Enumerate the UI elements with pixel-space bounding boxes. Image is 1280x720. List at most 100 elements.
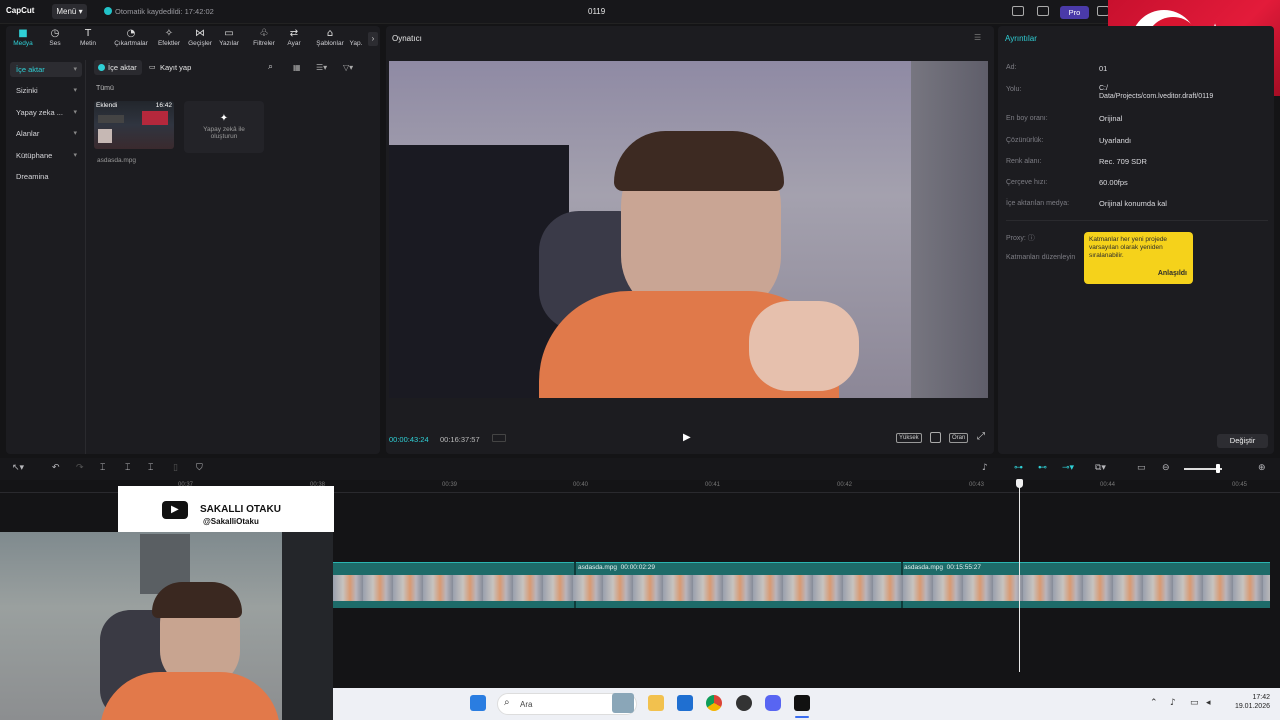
tooltip-text: Katmanlar her yeni projede varsayılan ol… — [1089, 236, 1168, 259]
split-icon[interactable]: ⌶ — [100, 463, 105, 474]
screenshot-icon[interactable] — [930, 432, 941, 443]
tab-adjust[interactable]: ⇄ Ayar — [281, 26, 307, 50]
capcut-icon[interactable] — [794, 695, 810, 711]
tab-media[interactable]: ■ Medya — [8, 26, 38, 50]
tab-audio[interactable]: ◷ Ses — [40, 26, 70, 50]
search-highlight-icon[interactable] — [612, 693, 634, 713]
thumb-graphic — [98, 129, 112, 143]
sidebar-item-yours[interactable]: Sizinki ▾ — [10, 83, 82, 98]
tab-filters[interactable]: ♧ Filtreler — [247, 26, 281, 50]
windows-start-icon[interactable] — [470, 695, 486, 711]
filter-all-label[interactable]: Tümü — [96, 85, 114, 92]
detail-label-path: Yolu: — [1006, 86, 1022, 93]
video-hands — [749, 301, 859, 391]
tray-chevron-icon[interactable]: ⌃ — [1150, 698, 1158, 708]
ratio-button[interactable]: Oran — [949, 433, 969, 443]
playhead[interactable] — [1019, 479, 1020, 672]
tab-stickers[interactable]: ◔ Çıkartmalar — [110, 26, 152, 50]
timecode-toggle-icon[interactable] — [492, 434, 506, 442]
grid-view-icon[interactable]: ▦ — [293, 63, 301, 72]
playhead-handle[interactable] — [1016, 479, 1023, 488]
split-right-icon[interactable]: ⌶ — [148, 463, 153, 474]
quality-button[interactable]: Yüksek — [896, 433, 922, 443]
play-button[interactable]: ▶ — [683, 432, 693, 444]
detail-value-imported: Orijinal konumda kal — [1099, 199, 1167, 208]
detail-value-colorspace: Rec. 709 SDR — [1099, 157, 1147, 166]
magnet-link-icon[interactable]: ⊶ — [1014, 463, 1023, 474]
import-label: İçe aktar — [108, 63, 137, 72]
proxy-label: Proxy: ⓘ — [1006, 233, 1035, 243]
preview-axis-icon[interactable]: ⧉▾ — [1095, 463, 1106, 474]
filter-icon[interactable]: ▽▾ — [343, 63, 353, 72]
chevron-down-icon: ▾ — [73, 87, 77, 94]
zoom-in-icon[interactable]: ⊕ — [1258, 463, 1266, 474]
sort-icon[interactable]: ☰▾ — [316, 63, 327, 72]
media-thumbnail[interactable]: Eklendi 16:42 — [94, 101, 174, 149]
clip-label: asdasda.mpg 00:15:55:27 — [904, 564, 981, 571]
linkage-icon[interactable]: ⊸▾ — [1062, 463, 1074, 474]
ai-create-label: Yapay zekâ ile oluşturun — [203, 126, 245, 140]
captions-icon: ▭ — [224, 28, 234, 39]
pro-button[interactable]: Pro — [1060, 6, 1089, 19]
tab-ai[interactable]: Yap. — [347, 26, 365, 50]
tab-captions[interactable]: ▭ Yazılar — [214, 26, 244, 50]
auto-snap-icon[interactable]: ⊷ — [1038, 463, 1047, 474]
video-preview[interactable] — [389, 61, 988, 398]
microphone-icon[interactable]: ♪ — [982, 463, 988, 474]
sidebar-item-import[interactable]: İçe aktar ▾ — [10, 62, 82, 77]
tab-text[interactable]: T Metin — [73, 26, 103, 50]
shortcut-icon[interactable] — [1037, 6, 1049, 16]
time-tick: 00:43 — [969, 482, 985, 488]
import-button[interactable]: İçe aktar — [94, 60, 142, 75]
split-left-icon[interactable]: ⌶ — [125, 463, 130, 474]
sidebar-item-ai[interactable]: Yapay zeka ... ▾ — [10, 105, 82, 120]
audio-icon: ◷ — [50, 28, 60, 39]
tab-label: Yazılar — [219, 40, 239, 47]
player-menu-icon[interactable]: ☰ — [974, 33, 981, 42]
record-button[interactable]: ▭ Kayıt yap — [148, 60, 198, 75]
clip-duration: 00:00:02:29 — [620, 564, 655, 571]
delete-icon[interactable]: ▯ — [173, 463, 178, 474]
search-icon[interactable]: ⌕ — [268, 62, 273, 72]
ai-create-card[interactable]: ✦ Yapay zekâ ile oluşturun — [184, 101, 264, 153]
file-explorer-icon[interactable] — [648, 695, 664, 711]
scroll-right-icon[interactable]: › — [368, 32, 378, 46]
sidebar-item-spaces[interactable]: Alanlar ▾ — [10, 126, 82, 141]
chrome-icon[interactable] — [706, 695, 722, 711]
detail-value-path: C:/ Data/Projects/com.lveditor.draft/011… — [1099, 85, 1214, 100]
tool-tabs: ■ Medya ◷ Ses T Metin ◔ Çıkartmalar ✧ Efektle… — [6, 26, 380, 50]
zoom-out-icon[interactable]: ⊖ — [1162, 463, 1170, 474]
menu-button[interactable]: Menü ▾ — [52, 4, 87, 19]
detail-label-framerate: Çerçeve hızı: — [1006, 179, 1048, 186]
fullscreen-icon[interactable]: ⤢ — [977, 431, 985, 442]
time-tick: 00:39 — [442, 482, 458, 488]
select-tool-icon[interactable]: ↖▾ — [12, 463, 24, 474]
caption-track-icon[interactable]: ▭ — [1137, 463, 1146, 474]
detail-value-framerate: 60.00fps — [1099, 178, 1128, 187]
taskbar-clock[interactable]: 17:42 19.01.2026 — [1235, 693, 1270, 711]
media-side-nav: İçe aktar ▾ Sizinki ▾ Yapay zeka ... ▾ Alan… — [6, 60, 86, 454]
redo-icon[interactable]: ↷ — [76, 463, 84, 474]
zoom-slider-handle[interactable] — [1216, 464, 1220, 473]
sidebar-item-label: İçe aktar — [16, 65, 45, 74]
sidebar-item-dreamina[interactable]: Dreamina — [10, 169, 82, 184]
clock-time: 17:42 — [1252, 694, 1270, 701]
app-logo: CapCut — [6, 6, 35, 15]
marker-icon[interactable]: ⛉ — [196, 463, 203, 474]
webcam-overlay — [0, 532, 333, 720]
undo-icon[interactable]: ↶ — [52, 463, 60, 474]
tab-templates[interactable]: ⌂ Şablonlar — [311, 26, 349, 50]
change-button[interactable]: Değiştir — [1217, 434, 1268, 448]
tooltip-ok-button[interactable]: Anlaşıldı — [1158, 270, 1187, 278]
sidebar-item-library[interactable]: Kütüphane ▾ — [10, 148, 82, 163]
play-triangle-icon: ▶ — [171, 504, 179, 515]
obs-icon[interactable] — [736, 695, 752, 711]
mic-tray-icon[interactable]: ♪ — [1170, 698, 1176, 708]
layout-icon[interactable] — [1012, 6, 1024, 16]
store-icon[interactable] — [677, 695, 693, 711]
tab-label: Çıkartmalar — [114, 40, 148, 47]
network-icon[interactable]: ▭ — [1190, 698, 1199, 708]
volume-icon[interactable]: ◂ — [1206, 698, 1211, 708]
timeline-toolbar: ↖▾ ↶ ↷ ⌶ ⌶ ⌶ ▯ ⛉ ♪ ⊶ ⊷ ⊸▾ ⧉▾ ▭ ⊖ ⊕ — [0, 458, 1280, 480]
discord-icon[interactable] — [765, 695, 781, 711]
